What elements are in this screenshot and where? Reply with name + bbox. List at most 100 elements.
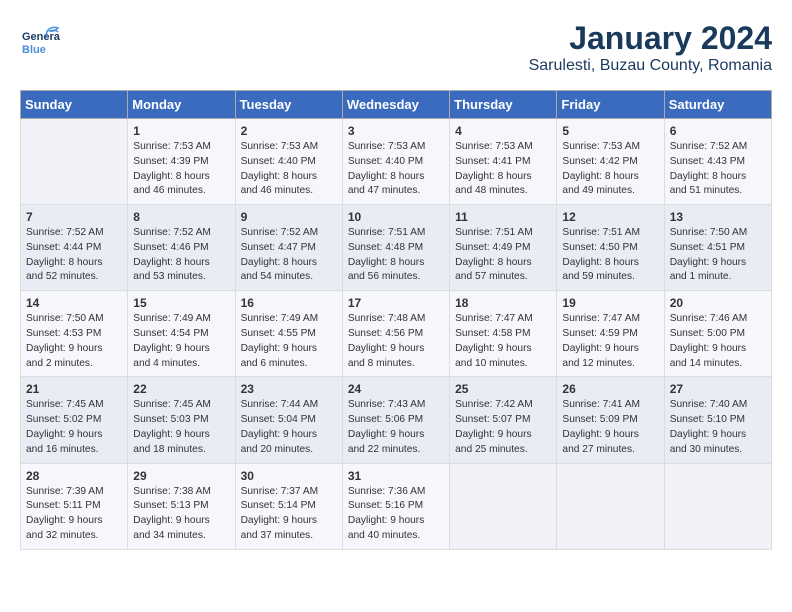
- day-info: Sunrise: 7:51 AM Sunset: 4:49 PM Dayligh…: [455, 226, 551, 285]
- calendar-body: 1 Sunrise: 7:53 AM Sunset: 4:39 PM Daylig…: [21, 119, 772, 550]
- day-info: Sunrise: 7:53 AM Sunset: 4:42 PM Dayligh…: [562, 140, 658, 199]
- calendar-cell: 27 Sunrise: 7:40 AM Sunset: 5:10 PM Dayli…: [664, 377, 771, 463]
- calendar-cell: 5 Sunrise: 7:53 AM Sunset: 4:42 PM Daylig…: [557, 119, 664, 205]
- day-info: Sunrise: 7:44 AM Sunset: 5:04 PM Dayligh…: [241, 398, 337, 457]
- day-info: Sunrise: 7:45 AM Sunset: 5:03 PM Dayligh…: [133, 398, 229, 457]
- week-row-2: 7Sunrise: 7:52 AM Sunset: 4:44 PM Daylig…: [21, 205, 772, 291]
- day-number: 31: [348, 469, 444, 483]
- day-number: 13: [670, 210, 766, 224]
- calendar-cell: 9 Sunrise: 7:52 AM Sunset: 4:47 PM Daylig…: [235, 205, 342, 291]
- calendar-cell: 15 Sunrise: 7:49 AM Sunset: 4:54 PM Dayli…: [128, 291, 235, 377]
- header-day-sunday: Sunday: [21, 91, 128, 119]
- day-info: Sunrise: 7:52 AM Sunset: 4:46 PM Dayligh…: [133, 226, 229, 285]
- day-number: 22: [133, 382, 229, 396]
- day-info: Sunrise: 7:36 AM Sunset: 5:16 PM Dayligh…: [348, 485, 444, 544]
- page-title: January 2024: [529, 20, 772, 57]
- day-info: Sunrise: 7:45 AM Sunset: 5:02 PM Dayligh…: [26, 398, 122, 457]
- day-info: Sunrise: 7:49 AM Sunset: 4:54 PM Dayligh…: [133, 312, 229, 371]
- day-info: Sunrise: 7:38 AM Sunset: 5:13 PM Dayligh…: [133, 485, 229, 544]
- day-number: 15: [133, 296, 229, 310]
- page-header: General Blue January 2024 Sarulesti, Buz…: [20, 20, 772, 75]
- calendar-cell: 4Sunrise: 7:53 AM Sunset: 4:41 PM Daylig…: [450, 119, 557, 205]
- week-row-3: 14 Sunrise: 7:50 AM Sunset: 4:53 PM Dayli…: [21, 291, 772, 377]
- calendar-header: SundayMondayTuesdayWednesdayThursdayFrid…: [21, 91, 772, 119]
- day-number: 5: [562, 124, 658, 138]
- day-number: 27: [670, 382, 766, 396]
- day-info: Sunrise: 7:53 AM Sunset: 4:40 PM Dayligh…: [348, 140, 444, 199]
- day-number: 12: [562, 210, 658, 224]
- day-number: 24: [348, 382, 444, 396]
- day-info: Sunrise: 7:50 AM Sunset: 4:51 PM Dayligh…: [670, 226, 766, 285]
- day-info: Sunrise: 7:46 AM Sunset: 5:00 PM Dayligh…: [670, 312, 766, 371]
- week-row-5: 28 Sunrise: 7:39 AM Sunset: 5:11 PM Dayli…: [21, 463, 772, 549]
- page-subtitle: Sarulesti, Buzau County, Romania: [529, 57, 772, 75]
- day-info: Sunrise: 7:47 AM Sunset: 4:59 PM Dayligh…: [562, 312, 658, 371]
- day-info: Sunrise: 7:53 AM Sunset: 4:40 PM Dayligh…: [241, 140, 337, 199]
- calendar-cell: 20 Sunrise: 7:46 AM Sunset: 5:00 PM Dayli…: [664, 291, 771, 377]
- calendar-cell: 28 Sunrise: 7:39 AM Sunset: 5:11 PM Dayli…: [21, 463, 128, 549]
- calendar-cell: 22 Sunrise: 7:45 AM Sunset: 5:03 PM Dayli…: [128, 377, 235, 463]
- calendar-cell: 26 Sunrise: 7:41 AM Sunset: 5:09 PM Dayli…: [557, 377, 664, 463]
- day-number: 28: [26, 469, 122, 483]
- calendar-cell: 18 Sunrise: 7:47 AM Sunset: 4:58 PM Dayli…: [450, 291, 557, 377]
- calendar-cell: 16 Sunrise: 7:49 AM Sunset: 4:55 PM Dayli…: [235, 291, 342, 377]
- day-number: 16: [241, 296, 337, 310]
- day-number: 3: [348, 124, 444, 138]
- day-number: 20: [670, 296, 766, 310]
- calendar-table: SundayMondayTuesdayWednesdayThursdayFrid…: [20, 90, 772, 550]
- calendar-cell: 24 Sunrise: 7:43 AM Sunset: 5:06 PM Dayli…: [342, 377, 449, 463]
- calendar-cell: 29Sunrise: 7:38 AM Sunset: 5:13 PM Dayli…: [128, 463, 235, 549]
- svg-text:General: General: [22, 31, 60, 43]
- calendar-cell: 19 Sunrise: 7:47 AM Sunset: 4:59 PM Dayli…: [557, 291, 664, 377]
- day-number: 1: [133, 124, 229, 138]
- day-info: Sunrise: 7:41 AM Sunset: 5:09 PM Dayligh…: [562, 398, 658, 457]
- header-day-friday: Friday: [557, 91, 664, 119]
- calendar-cell: 25 Sunrise: 7:42 AM Sunset: 5:07 PM Dayli…: [450, 377, 557, 463]
- day-number: 2: [241, 124, 337, 138]
- day-info: Sunrise: 7:51 AM Sunset: 4:50 PM Dayligh…: [562, 226, 658, 285]
- calendar-cell: 3 Sunrise: 7:53 AM Sunset: 4:40 PM Daylig…: [342, 119, 449, 205]
- day-info: Sunrise: 7:50 AM Sunset: 4:53 PM Dayligh…: [26, 312, 122, 371]
- day-number: 11: [455, 210, 551, 224]
- calendar-cell: 14 Sunrise: 7:50 AM Sunset: 4:53 PM Dayli…: [21, 291, 128, 377]
- calendar-cell: 31 Sunrise: 7:36 AM Sunset: 5:16 PM Dayli…: [342, 463, 449, 549]
- day-info: Sunrise: 7:49 AM Sunset: 4:55 PM Dayligh…: [241, 312, 337, 371]
- svg-text:Blue: Blue: [22, 44, 46, 56]
- day-info: Sunrise: 7:47 AM Sunset: 4:58 PM Dayligh…: [455, 312, 551, 371]
- day-info: Sunrise: 7:43 AM Sunset: 5:06 PM Dayligh…: [348, 398, 444, 457]
- calendar-cell: [450, 463, 557, 549]
- day-info: Sunrise: 7:42 AM Sunset: 5:07 PM Dayligh…: [455, 398, 551, 457]
- calendar-cell: 23Sunrise: 7:44 AM Sunset: 5:04 PM Dayli…: [235, 377, 342, 463]
- day-number: 8: [133, 210, 229, 224]
- day-info: Sunrise: 7:37 AM Sunset: 5:14 PM Dayligh…: [241, 485, 337, 544]
- day-number: 19: [562, 296, 658, 310]
- calendar-cell: 10Sunrise: 7:51 AM Sunset: 4:48 PM Dayli…: [342, 205, 449, 291]
- day-number: 9: [241, 210, 337, 224]
- calendar-cell: [21, 119, 128, 205]
- day-number: 21: [26, 382, 122, 396]
- day-number: 26: [562, 382, 658, 396]
- calendar-cell: 12 Sunrise: 7:51 AM Sunset: 4:50 PM Dayli…: [557, 205, 664, 291]
- calendar-cell: 2 Sunrise: 7:53 AM Sunset: 4:40 PM Daylig…: [235, 119, 342, 205]
- day-number: 4: [455, 124, 551, 138]
- calendar-cell: 8 Sunrise: 7:52 AM Sunset: 4:46 PM Daylig…: [128, 205, 235, 291]
- calendar-cell: 1 Sunrise: 7:53 AM Sunset: 4:39 PM Daylig…: [128, 119, 235, 205]
- week-row-4: 21 Sunrise: 7:45 AM Sunset: 5:02 PM Dayli…: [21, 377, 772, 463]
- day-number: 25: [455, 382, 551, 396]
- day-info: Sunrise: 7:40 AM Sunset: 5:10 PM Dayligh…: [670, 398, 766, 457]
- day-number: 18: [455, 296, 551, 310]
- day-info: Sunrise: 7:52 AM Sunset: 4:43 PM Dayligh…: [670, 140, 766, 199]
- day-number: 17: [348, 296, 444, 310]
- calendar-cell: 21 Sunrise: 7:45 AM Sunset: 5:02 PM Dayli…: [21, 377, 128, 463]
- day-info: Sunrise: 7:53 AM Sunset: 4:39 PM Dayligh…: [133, 140, 229, 199]
- day-info: Sunrise: 7:39 AM Sunset: 5:11 PM Dayligh…: [26, 485, 122, 544]
- day-number: 10: [348, 210, 444, 224]
- day-info: Sunrise: 7:52 AM Sunset: 4:47 PM Dayligh…: [241, 226, 337, 285]
- header-day-tuesday: Tuesday: [235, 91, 342, 119]
- day-number: 30: [241, 469, 337, 483]
- header-day-thursday: Thursday: [450, 91, 557, 119]
- logo-icon: General Blue: [20, 20, 60, 60]
- day-number: 7: [26, 210, 122, 224]
- calendar-cell: [664, 463, 771, 549]
- day-number: 14: [26, 296, 122, 310]
